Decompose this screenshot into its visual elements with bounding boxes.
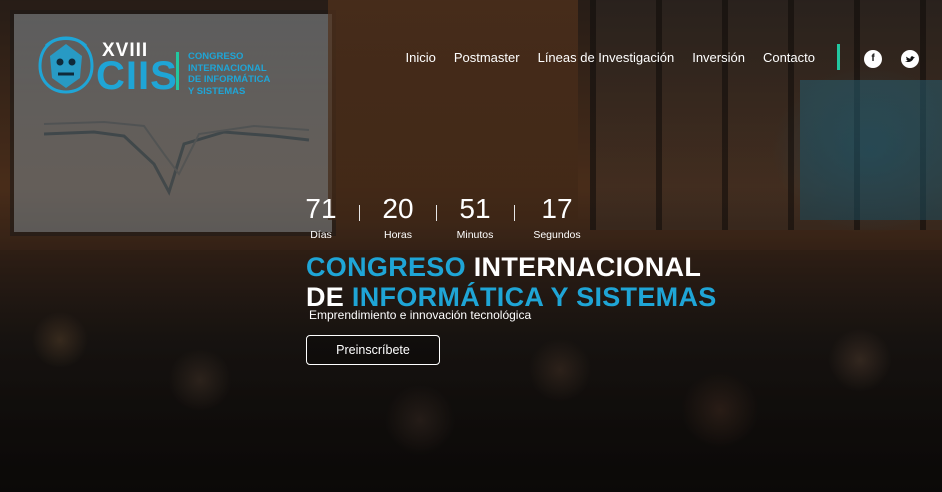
- hero-tagline: Emprendimiento e innovación tecnológica: [309, 308, 532, 322]
- hero-title: CONGRESO INTERNACIONAL DE INFORMÁTICA Y …: [306, 252, 717, 312]
- nav-divider: [837, 44, 840, 70]
- nav-item-inicio[interactable]: Inicio: [405, 50, 435, 65]
- nav-item-contacto[interactable]: Contacto: [763, 50, 815, 65]
- site-logo[interactable]: XVIII CIIS CONGRESO INTERNACIONAL DE INF…: [36, 34, 276, 104]
- countdown-seconds: 17 Segundos: [520, 193, 594, 241]
- logo-divider: [176, 52, 179, 90]
- countdown-minutes: 51 Minutos: [438, 193, 512, 241]
- countdown-label: Días: [310, 229, 332, 241]
- countdown-label: Horas: [383, 229, 412, 241]
- countdown-separator: [359, 205, 360, 221]
- main-nav: Inicio Postmaster Líneas de Investigació…: [387, 50, 815, 65]
- countdown-hours: 20 Horas: [361, 193, 435, 241]
- countdown-separator: [436, 205, 437, 221]
- logo-acronym: CIIS: [96, 54, 178, 98]
- hero-title-text: INTERNACIONAL: [465, 252, 702, 282]
- countdown-separator: [514, 205, 515, 221]
- countdown-days: 71 Días: [284, 193, 358, 241]
- countdown-timer: 71 Días 20 Horas 51 Minutos 17 Segundos: [300, 193, 600, 247]
- logo-emblem-icon: [38, 36, 94, 94]
- hero-title-accent: CONGRESO: [306, 252, 466, 282]
- countdown-value: 20: [382, 193, 414, 224]
- logo-subtitle-line: INTERNACIONAL: [188, 62, 267, 74]
- logo-subtitle: CONGRESO INTERNACIONAL DE INFORMÁTICA Y …: [188, 51, 283, 97]
- twitter-icon: [901, 50, 919, 68]
- countdown-label: Minutos: [456, 229, 494, 241]
- twitter-link[interactable]: [901, 50, 919, 68]
- hero-section: XVIII CIIS CONGRESO INTERNACIONAL DE INF…: [0, 0, 942, 492]
- facebook-link[interactable]: f: [864, 50, 882, 68]
- countdown-label: Segundos: [533, 229, 581, 241]
- nav-item-postmaster[interactable]: Postmaster: [454, 50, 520, 65]
- hero-title-line-1: CONGRESO INTERNACIONAL: [306, 252, 717, 282]
- countdown-value: 17: [541, 193, 573, 224]
- logo-subtitle-line: Y SISTEMAS: [188, 85, 246, 97]
- preinscribete-button[interactable]: Preinscríbete: [306, 335, 440, 365]
- nav-item-lineas-de-investigacion[interactable]: Líneas de Investigación: [538, 50, 675, 65]
- logo-subtitle-line: CONGRESO: [188, 51, 244, 62]
- countdown-value: 71: [305, 193, 337, 224]
- logo-subtitle-line: DE INFORMÁTICA: [188, 74, 271, 85]
- countdown-value: 51: [459, 193, 491, 224]
- nav-item-inversion[interactable]: Inversión: [692, 50, 745, 65]
- facebook-icon: f: [871, 53, 875, 64]
